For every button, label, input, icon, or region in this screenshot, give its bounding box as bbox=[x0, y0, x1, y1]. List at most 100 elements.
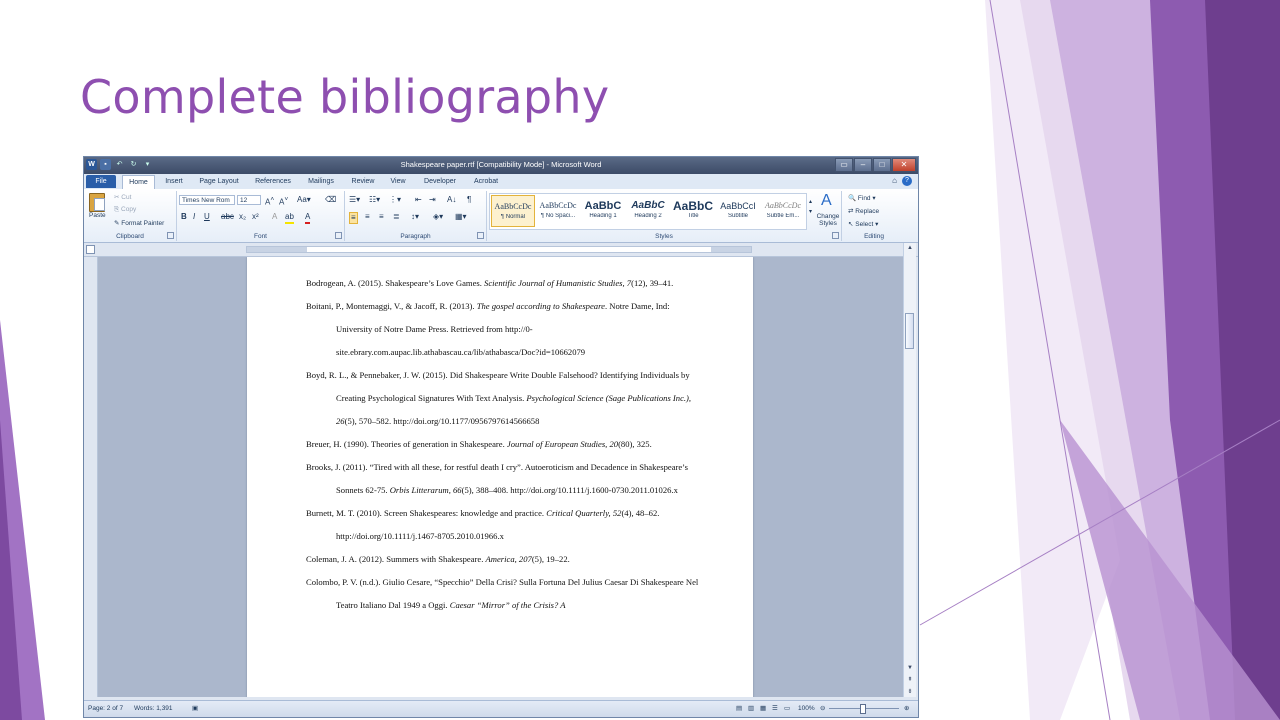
web-layout-icon[interactable]: ▦ bbox=[760, 701, 766, 717]
tab-page-layout[interactable]: Page Layout bbox=[196, 176, 242, 188]
paragraph-launcher-icon[interactable] bbox=[477, 232, 484, 239]
draft-icon[interactable]: ▭ bbox=[784, 701, 790, 717]
strikethrough-icon[interactable]: abc bbox=[221, 212, 234, 222]
subscript-icon[interactable]: x₂ bbox=[239, 212, 246, 222]
font-color-icon[interactable]: A bbox=[305, 212, 311, 224]
styles-launcher-icon[interactable] bbox=[832, 232, 839, 239]
tab-insert[interactable]: Insert bbox=[162, 176, 186, 188]
full-screen-reading-icon[interactable]: ▥ bbox=[748, 701, 754, 717]
select-button[interactable]: ↖ Select ▾ bbox=[848, 220, 878, 228]
style-heading-1[interactable]: AaBbC Heading 1 bbox=[581, 195, 625, 227]
increase-indent-icon[interactable]: ⇥ bbox=[429, 195, 436, 205]
change-styles-icon[interactable]: A bbox=[821, 193, 832, 209]
styles-scroll-icon[interactable]: ▴ ▾ bbox=[809, 197, 812, 217]
style-subtitle[interactable]: AaBbCcI Subtitle bbox=[716, 195, 760, 227]
zoom-slider-thumb[interactable] bbox=[860, 704, 866, 714]
proofing-icon[interactable]: ▣ bbox=[192, 701, 198, 717]
font-launcher-icon[interactable] bbox=[335, 232, 342, 239]
tab-references[interactable]: References bbox=[252, 176, 294, 188]
align-right-icon[interactable]: ≡ bbox=[379, 212, 384, 222]
tab-view[interactable]: View bbox=[386, 176, 410, 188]
font-size-combo[interactable]: 12 bbox=[237, 195, 261, 205]
print-layout-icon[interactable]: ▤ bbox=[736, 701, 742, 717]
paragraph-group-label: Paragraph bbox=[400, 233, 431, 240]
document-area: Bodrogean, A. (2015). Shakespeare’s Love… bbox=[84, 257, 906, 697]
style-normal[interactable]: AaBbCcDc ¶ Normal bbox=[491, 195, 535, 227]
right-margin bbox=[711, 247, 751, 252]
document-page[interactable]: Bodrogean, A. (2015). Shakespeare’s Love… bbox=[247, 257, 753, 697]
clipboard-launcher-icon[interactable] bbox=[167, 232, 174, 239]
next-page-icon[interactable]: ⇟ bbox=[904, 687, 916, 697]
scroll-down-icon[interactable]: ▼ bbox=[904, 663, 916, 673]
page-count[interactable]: Page: 2 of 7 bbox=[88, 701, 123, 717]
scrollbar-thumb[interactable] bbox=[905, 313, 914, 349]
change-styles-button[interactable]: Change Styles bbox=[813, 213, 843, 227]
sort-icon[interactable]: A↓ bbox=[447, 195, 456, 205]
align-center-icon[interactable]: ≡ bbox=[365, 212, 370, 222]
zoom-level[interactable]: 100% bbox=[798, 701, 815, 717]
ruler-bar[interactable] bbox=[246, 246, 752, 253]
tab-review[interactable]: Review bbox=[348, 176, 378, 188]
tab-selector-icon[interactable] bbox=[86, 245, 95, 254]
minimize-icon[interactable]: – bbox=[854, 158, 872, 172]
font-group-label: Font bbox=[253, 233, 267, 240]
clear-formatting-icon[interactable]: ⌫ bbox=[325, 195, 336, 205]
text-effects-icon[interactable]: A bbox=[272, 212, 277, 222]
shading-icon[interactable]: ◈▾ bbox=[433, 212, 443, 222]
superscript-icon[interactable]: x² bbox=[252, 212, 259, 222]
minimize-ribbon-icon[interactable]: ⌂ bbox=[892, 176, 897, 186]
style-title[interactable]: AaBbC Title bbox=[671, 195, 715, 227]
italic-icon[interactable]: I bbox=[193, 212, 195, 222]
bibliography-entry: Boitani, P., Montemaggi, V., & Jacoff, R… bbox=[306, 295, 701, 364]
underline-icon[interactable]: U bbox=[204, 212, 210, 222]
find-button[interactable]: 🔍 Find ▾ bbox=[848, 194, 876, 202]
zoom-out-icon[interactable]: ⊖ bbox=[820, 701, 825, 717]
clipboard-group-label: Clipboard bbox=[116, 233, 144, 240]
style-no-spacing[interactable]: AaBbCcDc ¶ No Spaci... bbox=[536, 195, 580, 227]
close-icon[interactable]: ✕ bbox=[892, 158, 916, 172]
numbering-icon[interactable]: ☷▾ bbox=[369, 195, 380, 205]
help-icon[interactable]: ? bbox=[902, 176, 912, 186]
replace-button[interactable]: ⇄ Replace bbox=[848, 207, 879, 215]
word-count[interactable]: Words: 1,391 bbox=[134, 701, 173, 717]
outline-icon[interactable]: ☰ bbox=[772, 701, 778, 717]
tab-home[interactable]: Home bbox=[122, 175, 155, 189]
tab-file[interactable]: File bbox=[86, 175, 116, 188]
shrink-font-icon[interactable]: A˅ bbox=[279, 195, 288, 208]
bibliography-entry: Coleman, J. A. (2012). Summers with Shak… bbox=[306, 548, 701, 571]
highlight-icon[interactable]: ab bbox=[285, 212, 294, 224]
entry-text: Bodrogean, A. (2015). Shakespeare’s Love… bbox=[306, 278, 485, 288]
tab-developer[interactable]: Developer bbox=[420, 176, 460, 188]
style-name: Heading 2 bbox=[634, 213, 662, 219]
style-name: ¶ No Spaci... bbox=[540, 213, 576, 219]
zoom-in-icon[interactable]: ⊕ bbox=[904, 701, 909, 717]
line-spacing-icon[interactable]: ↕▾ bbox=[411, 212, 419, 222]
style-heading-2[interactable]: AaBbC Heading 2 bbox=[626, 195, 670, 227]
font-name-combo[interactable]: Times New Rom bbox=[179, 195, 235, 205]
grow-font-icon[interactable]: A˄ bbox=[265, 195, 274, 208]
borders-icon[interactable]: ▦▾ bbox=[455, 212, 467, 222]
previous-page-icon[interactable]: ⇞ bbox=[904, 675, 916, 685]
change-case-icon[interactable]: Aa▾ bbox=[297, 195, 311, 205]
show-formatting-icon[interactable]: ¶ bbox=[467, 195, 471, 205]
multilevel-list-icon[interactable]: ⋮▾ bbox=[389, 195, 401, 205]
restore-icon[interactable]: ▭ bbox=[835, 158, 853, 172]
entry-text: (5), 570–582. http://doi.org/10.1177/095… bbox=[344, 416, 540, 426]
vertical-scrollbar[interactable]: ▲ ▼ ⇞ ⇟ bbox=[903, 243, 916, 697]
paste-icon[interactable] bbox=[89, 193, 105, 212]
scroll-up-icon[interactable]: ▲ bbox=[904, 243, 916, 253]
cut-button[interactable]: ✂ Cut bbox=[114, 193, 131, 201]
decrease-indent-icon[interactable]: ⇤ bbox=[415, 195, 422, 205]
paste-button[interactable]: Paste bbox=[89, 212, 106, 219]
justify-icon[interactable]: ≣ bbox=[393, 212, 400, 222]
bullets-icon[interactable]: ☰▾ bbox=[349, 195, 360, 205]
format-painter-button[interactable]: ✎ Format Painter bbox=[114, 219, 164, 227]
style-subtle-emphasis[interactable]: AaBbCcDc Subtle Em... bbox=[761, 195, 805, 227]
bold-icon[interactable]: B bbox=[181, 212, 187, 222]
ribbon: Paste ✂ Cut ⎘ Copy ✎ Format Painter Clip… bbox=[84, 189, 918, 243]
align-left-icon[interactable]: ≡ bbox=[349, 212, 358, 224]
tab-mailings[interactable]: Mailings bbox=[304, 176, 338, 188]
copy-button[interactable]: ⎘ Copy bbox=[114, 206, 136, 214]
tab-acrobat[interactable]: Acrobat bbox=[470, 176, 502, 188]
maximize-icon[interactable]: □ bbox=[873, 158, 891, 172]
